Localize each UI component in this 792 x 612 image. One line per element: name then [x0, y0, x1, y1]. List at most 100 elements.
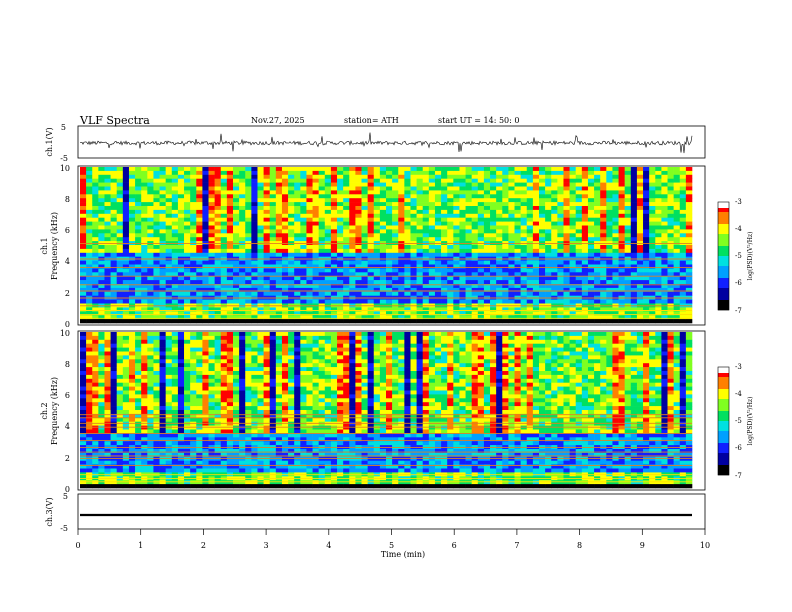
spectrogram-cell	[612, 190, 619, 195]
spectrogram-cell	[159, 433, 166, 438]
spectrogram-cell	[441, 167, 448, 172]
spectrogram-cell	[551, 299, 558, 304]
spectrogram-cell	[86, 347, 93, 352]
spectrogram-cell	[86, 335, 93, 341]
spectrogram-cell	[202, 468, 209, 473]
spectrogram-cell	[190, 449, 197, 454]
spectrogram-cell	[196, 452, 203, 458]
spectrogram-cell	[514, 319, 521, 324]
spectrogram-cell	[416, 233, 424, 238]
spectrogram-cell	[355, 264, 362, 269]
spectrogram-cell	[122, 252, 130, 257]
spectrogram-cell	[428, 229, 436, 234]
spectrogram-cell	[581, 225, 589, 230]
spectrogram-cell	[508, 167, 515, 172]
spectrogram-cell	[606, 167, 613, 172]
spectrogram-cell	[220, 233, 228, 238]
spectrogram-cell	[159, 335, 166, 341]
spectrogram-cell	[110, 194, 118, 199]
spectrogram-cell	[110, 394, 118, 399]
spectrogram-cell	[361, 190, 368, 195]
spectrogram-cell	[392, 248, 399, 254]
spectrogram-cell	[422, 311, 430, 316]
spectrogram-cell	[153, 460, 160, 465]
spectrogram-cell	[190, 182, 197, 187]
spectrogram-cell	[337, 213, 344, 218]
spectrogram-cell	[532, 213, 540, 218]
spectrogram-cell	[257, 198, 264, 203]
spectrogram-cell	[208, 363, 215, 368]
spectrogram-cell	[80, 460, 87, 465]
spectrogram-cell	[122, 280, 130, 285]
spectrogram-cell	[92, 394, 99, 399]
spectrogram-cell	[147, 371, 154, 376]
spectrogram-cell	[330, 319, 338, 324]
spectrogram-cell	[135, 213, 142, 218]
spectrogram-cell	[483, 264, 491, 269]
spectrogram-cell	[104, 343, 111, 348]
ch1-frequency-ylabel: Frequency (kHz)	[50, 212, 59, 280]
spectrogram-cell	[165, 233, 173, 238]
spectrogram-cell	[177, 402, 185, 407]
spectrogram-cell	[649, 190, 656, 195]
spectrogram-cell	[171, 194, 179, 199]
spectrogram-cell	[196, 343, 203, 348]
spectrogram-cell	[392, 268, 399, 273]
spectrogram-cell	[428, 264, 436, 269]
spectrogram-cell	[667, 307, 674, 312]
spectrogram-cell	[147, 276, 154, 281]
spectrogram-cell	[128, 287, 136, 293]
spectrogram-cell	[92, 378, 99, 383]
spectrogram-cell	[465, 198, 472, 203]
spectrogram-cell	[471, 209, 479, 215]
spectrogram-cell	[343, 276, 350, 281]
spectrogram-cell	[361, 280, 368, 285]
spectrogram-cell	[98, 252, 105, 257]
spectrogram-cell	[208, 280, 215, 285]
spectrogram-cell	[190, 213, 197, 218]
spectrogram-cell	[251, 221, 258, 226]
spectrogram-cell	[141, 421, 148, 426]
spectrogram-cell	[171, 213, 179, 218]
spectrogram-cell	[300, 237, 307, 242]
spectrogram-cell	[214, 186, 222, 191]
spectrogram-cell	[110, 343, 118, 348]
spectrogram-cell	[349, 182, 356, 187]
spectrogram-cell	[532, 182, 540, 187]
spectrogram-cell	[581, 182, 589, 187]
spectrogram-cell	[220, 359, 228, 364]
spectrogram-cell	[594, 206, 601, 211]
spectrogram-cell	[673, 260, 681, 265]
spectrogram-cell	[177, 287, 185, 293]
spectrogram-cell	[202, 194, 209, 199]
spectrogram-cell	[594, 233, 601, 238]
spectrogram-cell	[343, 182, 350, 187]
spectrogram-cell	[343, 170, 350, 176]
spectrogram-cell	[661, 167, 668, 172]
spectrogram-cell	[159, 190, 166, 195]
spectrogram-cell	[422, 315, 430, 320]
spectrogram-cell	[190, 382, 197, 387]
spectrogram-cell	[128, 421, 136, 426]
spectrogram-cell	[526, 190, 534, 195]
spectrogram-cell	[208, 468, 215, 473]
spectrogram-cell	[159, 186, 166, 191]
spectrogram-cell	[251, 276, 258, 281]
spectrogram-cell	[624, 209, 632, 215]
spectrogram-cell	[318, 217, 326, 222]
spectrogram-cell	[392, 260, 399, 265]
spectrogram-cell	[398, 268, 405, 273]
spectrogram-cell	[171, 441, 179, 446]
spectrogram-cell	[581, 264, 589, 269]
spectrogram-cell	[514, 221, 521, 226]
spectrogram-cell	[410, 299, 417, 304]
spectrogram-cell	[624, 182, 632, 187]
spectrogram-cell	[343, 213, 350, 218]
spectrogram-cell	[80, 307, 87, 312]
spectrogram-cell	[649, 217, 656, 222]
spectrogram-cell	[141, 287, 148, 293]
spectrogram-cell	[294, 190, 301, 195]
spectrogram-cell	[214, 170, 222, 176]
spectrogram-cell	[110, 421, 118, 426]
spectrogram-cell	[202, 417, 209, 422]
